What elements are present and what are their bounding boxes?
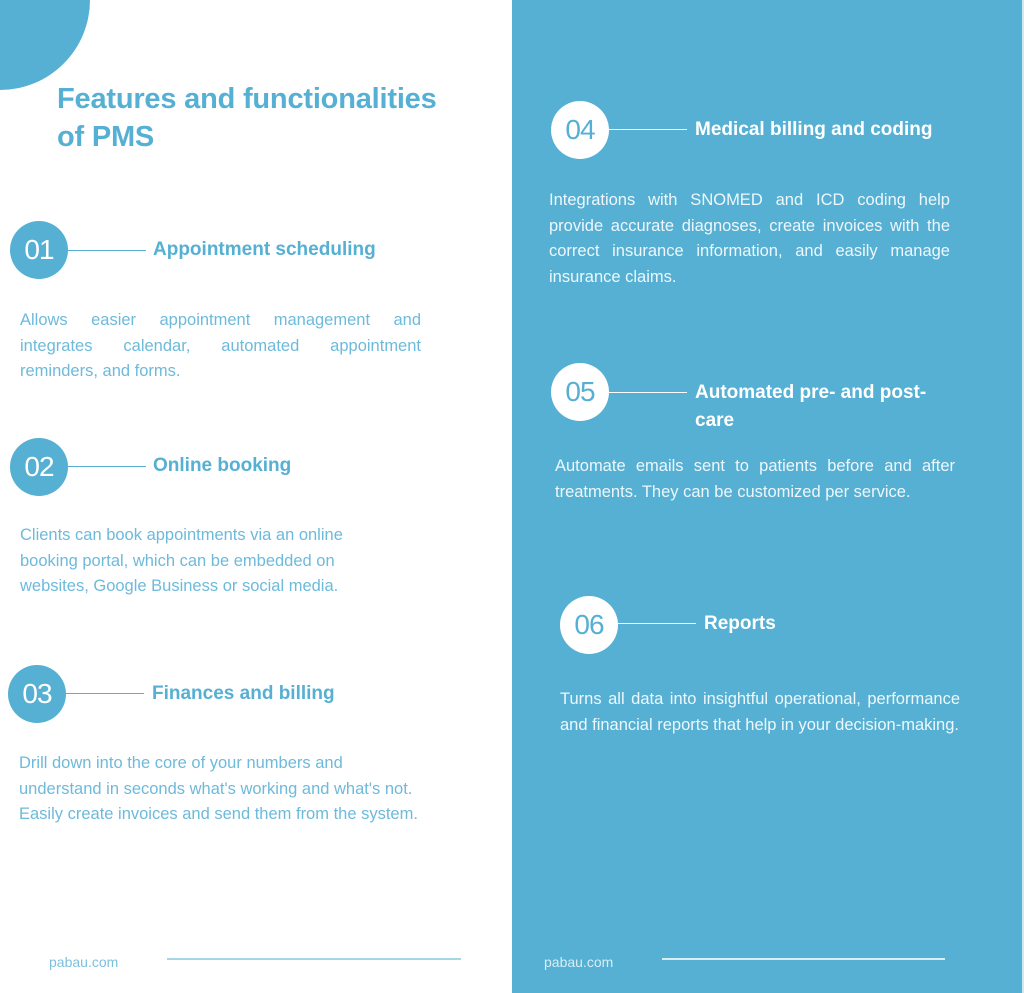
- left-page: Features and functionalities of PMS 01 A…: [0, 0, 512, 993]
- connector-line: [66, 693, 144, 694]
- footer-website-link[interactable]: pabau.com: [544, 953, 613, 971]
- decorative-corner-circle: [0, 0, 90, 90]
- connector-line: [609, 392, 687, 393]
- feature-title: Finances and billing: [152, 683, 335, 704]
- feature-description: Drill down into the core of your numbers…: [19, 754, 418, 823]
- page-title: Features and functionalities of PMS: [57, 83, 437, 153]
- feature-title: Appointment scheduling: [153, 239, 376, 260]
- footer-divider: [167, 958, 461, 960]
- footer-website-link[interactable]: pabau.com: [49, 953, 118, 971]
- connector-line: [609, 129, 687, 130]
- feature-title: Online booking: [153, 455, 292, 476]
- footer-divider: [662, 958, 945, 960]
- feature-description: Automate emails sent to patients before …: [555, 457, 955, 501]
- feature-number-badge: 06: [560, 596, 618, 654]
- right-page: 04 Medical billing and coding Integratio…: [512, 0, 1022, 993]
- feature-description: Turns all data into insightful operation…: [560, 690, 960, 734]
- feature-description: Allows easier appointment management and…: [20, 311, 421, 380]
- feature-description: Integrations with SNOMED and ICD coding …: [549, 191, 950, 286]
- feature-title: Medical billing and coding: [695, 119, 933, 140]
- connector-line: [618, 623, 696, 624]
- feature-title: Automated pre- and post-care: [695, 382, 927, 431]
- feature-number-badge: 02: [10, 438, 68, 496]
- feature-number-badge: 05: [551, 363, 609, 421]
- feature-description: Clients can book appointments via an onl…: [20, 526, 343, 595]
- feature-number-badge: 01: [10, 221, 68, 279]
- connector-line: [68, 250, 146, 251]
- feature-number-badge: 04: [551, 101, 609, 159]
- feature-title: Reports: [704, 613, 776, 634]
- connector-line: [68, 466, 146, 467]
- feature-number-badge: 03: [8, 665, 66, 723]
